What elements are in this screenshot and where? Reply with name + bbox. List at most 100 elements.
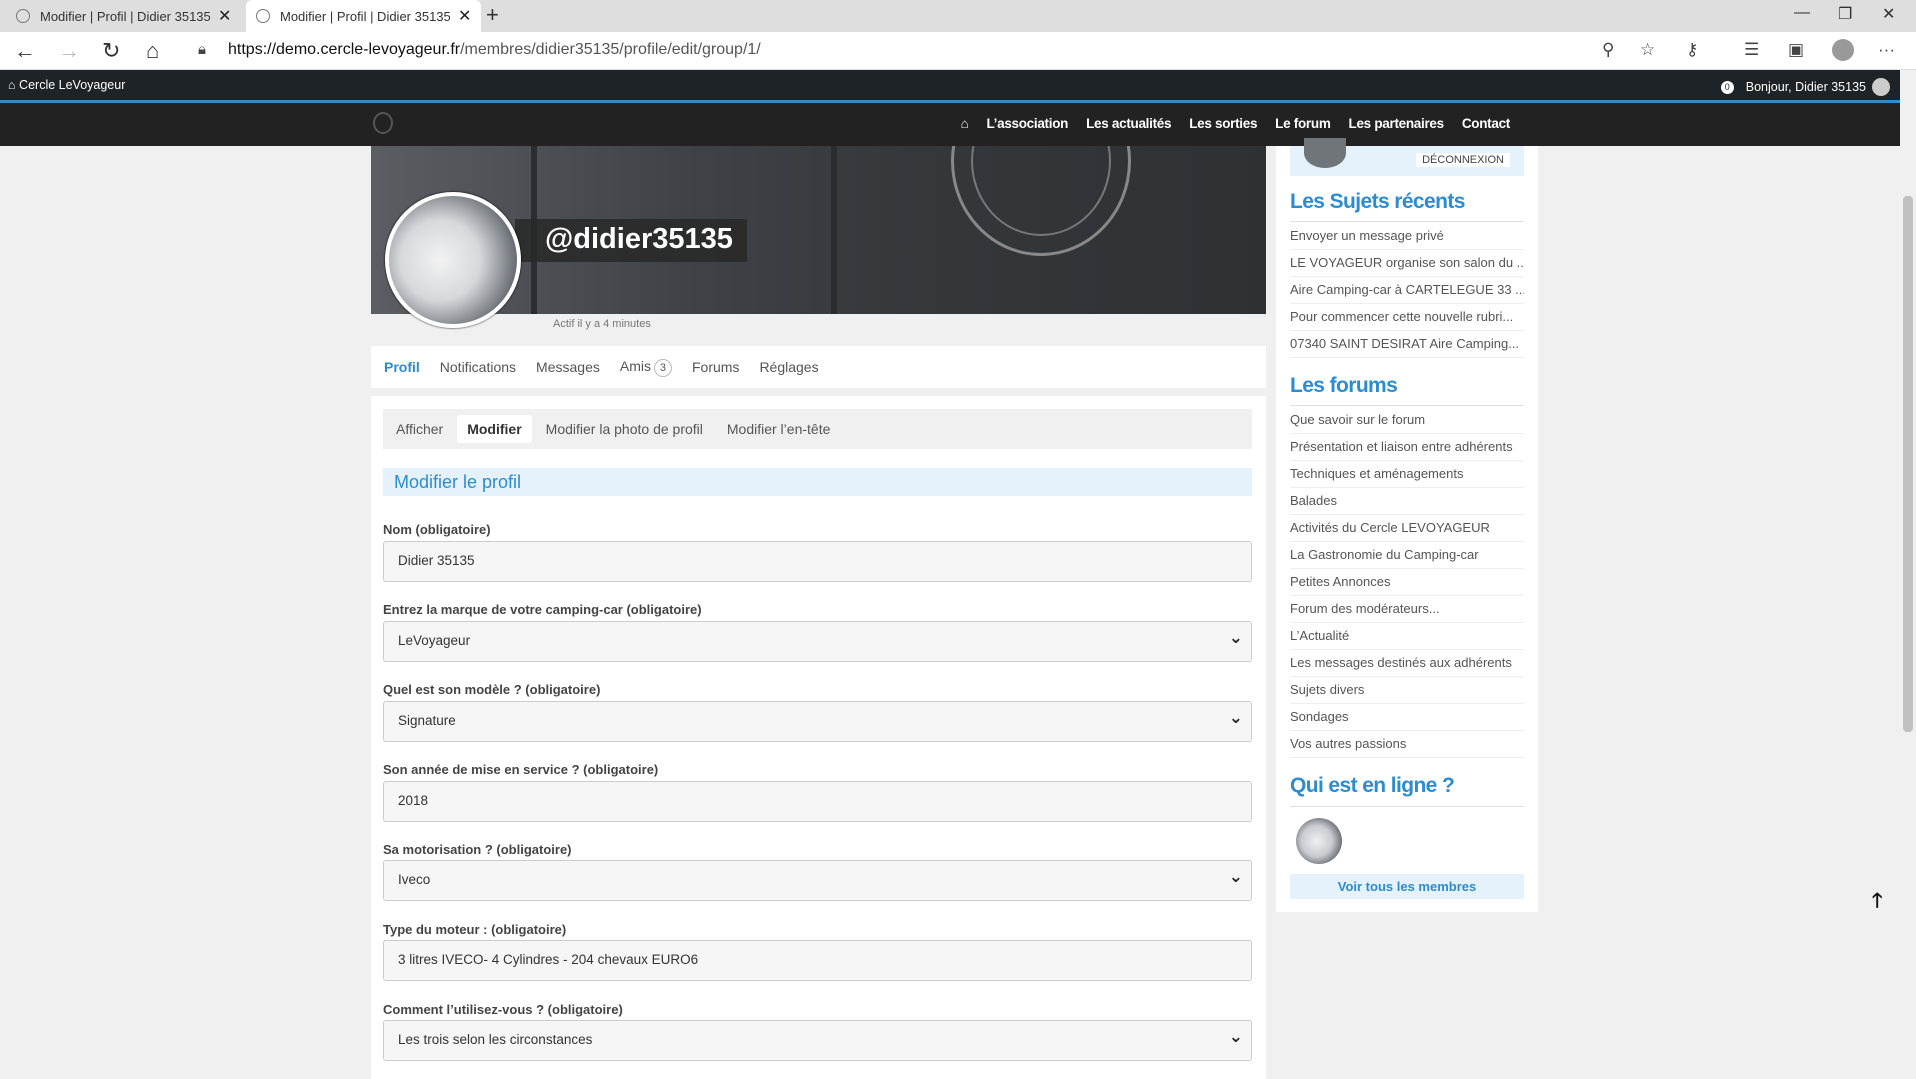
field-label-motorisation: Sa motorisation ? (obligatoire) [383,842,572,857]
list-item[interactable]: Activités du Cercle LEVOYAGEUR [1290,515,1524,542]
forward-icon[interactable]: → [58,38,80,64]
friends-count: 3 [653,358,672,377]
nom-input[interactable]: Didier 35135 [383,541,1252,582]
close-window-icon[interactable]: ✕ [1882,4,1895,24]
field-label-modele: Quel est son modèle ? (obligatoire) [383,682,601,697]
list-item[interactable]: Balades [1290,488,1524,515]
tab-messages[interactable]: Messages [536,359,600,375]
edit-profile-panel: Afficher Modifier Modifier la photo de p… [371,396,1266,1079]
globe-icon [16,9,30,23]
avatar [1304,138,1346,168]
tab-profil[interactable]: Profil [384,359,420,375]
minimize-icon[interactable]: — [1794,4,1810,22]
moteur-input[interactable]: 3 litres IVECO- 4 Cylindres - 204 chevau… [383,940,1252,981]
scrollbar-thumb[interactable] [1903,196,1913,732]
forums-title: Les forums [1290,374,1398,397]
browser-tab-bar: Modifier | Profil | Didier 35135 | Cercl… [0,0,1916,32]
all-members-button[interactable]: Voir tous les membres [1290,874,1524,899]
tab-forums[interactable]: Forums [692,359,739,375]
list-item[interactable]: Vos autres passions [1290,731,1524,758]
list-item[interactable]: Techniques et aménagements [1290,461,1524,488]
subnav-afficher[interactable]: Afficher [386,415,453,443]
field-label-nom: Nom (obligatoire) [383,522,491,537]
subnav-modifier-entete[interactable]: Modifier l’en-tête [717,415,841,443]
avatar [1872,78,1890,96]
profile-subnav: Afficher Modifier Modifier la photo de p… [383,409,1252,449]
tab-reglages[interactable]: Réglages [759,359,818,375]
close-tab-icon[interactable]: ✕ [458,6,471,26]
list-item[interactable]: Forum des modérateurs... [1290,596,1524,623]
profile-tabs: Profil Notifications Messages Amis 3 Foru… [371,346,1266,388]
new-tab-icon[interactable]: + [486,2,499,28]
notification-badge[interactable]: 0 [1720,80,1734,94]
favorites-list-icon[interactable]: ☰ [1744,40,1759,60]
field-label-moteur: Type du moteur : (obligatoire) [383,922,567,937]
annee-input[interactable]: 2018 [383,781,1252,822]
list-item[interactable]: LE VOYAGEUR organise son salon du ... [1290,250,1524,277]
home-icon[interactable]: ⌂ [146,38,159,64]
modele-select[interactable]: Signature [383,701,1252,742]
subnav-modifier[interactable]: Modifier [457,415,532,443]
globe-icon [256,9,270,23]
list-item[interactable]: Présentation et liaison entre adhérents [1290,434,1524,461]
admin-bar: ⌂ Cercle LeVoyageur 0 Bonjour, Didier 35… [0,70,1900,100]
address-bar: ← → ↻ ⌂ 🔒︎ https://demo.cercle-levoyageu… [0,32,1916,70]
menu-item-actualites[interactable]: Les actualités [1086,116,1171,131]
online-member-avatar[interactable] [1296,818,1342,864]
browser-tab[interactable]: Modifier | Profil | Didier 35135 | Cercl… [6,0,241,32]
list-item[interactable]: Pour commencer cette nouvelle rubri... [1290,304,1524,331]
menu-item-contact[interactable]: Contact [1462,116,1510,131]
browser-profile-icon[interactable] [1832,39,1854,61]
utilisation-select[interactable]: Les trois selon les circonstances [383,1020,1252,1061]
key-icon[interactable]: ⚷ [1686,40,1698,60]
list-item[interactable]: Sondages [1290,704,1524,731]
arrow-up-icon[interactable]: 🡑 [1872,886,1882,920]
recent-topics-title: Les Sujets récents [1290,190,1465,213]
user-box: DÉCONNEXION [1290,138,1524,176]
list-item[interactable]: Petites Annonces [1290,569,1524,596]
admin-bar-account[interactable]: 0 Bonjour, Didier 35135 [1720,78,1890,96]
more-icon[interactable]: ··· [1878,40,1895,60]
back-icon[interactable]: ← [14,38,36,64]
field-label-annee: Son année de mise en service ? (obligato… [383,762,659,777]
menu-item-sorties[interactable]: Les sorties [1189,116,1257,131]
site-logo-icon[interactable] [373,112,393,134]
url-field[interactable]: https://demo.cercle-levoyageur.fr/membre… [228,41,761,59]
site-header: ⌂ L’association Les actualités Les sorti… [0,100,1900,146]
menu-item-forum[interactable]: Le forum [1275,116,1331,131]
list-item[interactable]: Les messages destinés aux adhérents [1290,650,1524,677]
restore-icon[interactable]: ❐ [1838,4,1852,24]
close-tab-icon[interactable]: ✕ [218,6,231,26]
list-item[interactable]: Sujets divers [1290,677,1524,704]
menu-item-partenaires[interactable]: Les partenaires [1349,116,1445,131]
motorisation-select[interactable]: Iveco [383,860,1252,901]
who-online-title: Qui est en ligne ? [1290,774,1455,797]
browser-tab-active[interactable]: Modifier | Profil | Didier 35135 | Cercl… [246,0,482,32]
page-scrollbar[interactable] [1900,70,1916,1079]
forums-list: Que savoir sur le forum Présentation et … [1290,407,1524,758]
subnav-modifier-photo[interactable]: Modifier la photo de profil [536,415,713,443]
profile-handle: @didier35135 [515,219,747,262]
list-item[interactable]: L’Actualité [1290,623,1524,650]
list-item[interactable]: La Gastronomie du Camping-car [1290,542,1524,569]
field-label-utilisation: Comment l’utilisez-vous ? (obligatoire) [383,1002,623,1017]
admin-bar-site[interactable]: ⌂ Cercle LeVoyageur [8,78,125,92]
reload-icon[interactable]: ↻ [102,38,120,64]
main-content: @didier35135 Actif il y a 4 minutes Prof… [371,146,1266,1079]
list-item[interactable]: Envoyer un message privé [1290,223,1524,250]
collections-icon[interactable]: ▣ [1788,40,1804,60]
zoom-icon[interactable]: ⚲ [1602,40,1614,60]
menu-home-icon[interactable]: ⌂ [961,116,969,131]
lock-icon[interactable]: 🔒︎ [198,41,206,58]
last-active: Actif il y a 4 minutes [553,318,651,330]
tab-amis[interactable]: Amis 3 [620,358,672,377]
tab-notifications[interactable]: Notifications [440,359,516,375]
profile-avatar [385,192,521,328]
favorite-star-icon[interactable]: ☆ [1640,40,1655,60]
marque-select[interactable]: LeVoyageur [383,621,1252,662]
list-item[interactable]: Que savoir sur le forum [1290,407,1524,434]
menu-item-association[interactable]: L’association [986,116,1068,131]
list-item[interactable]: Aire Camping-car à CARTELEGUE 33 ... [1290,277,1524,304]
logout-button[interactable]: DÉCONNEXION [1416,153,1510,167]
list-item[interactable]: 07340 SAINT DESIRAT Aire Camping... [1290,331,1524,358]
